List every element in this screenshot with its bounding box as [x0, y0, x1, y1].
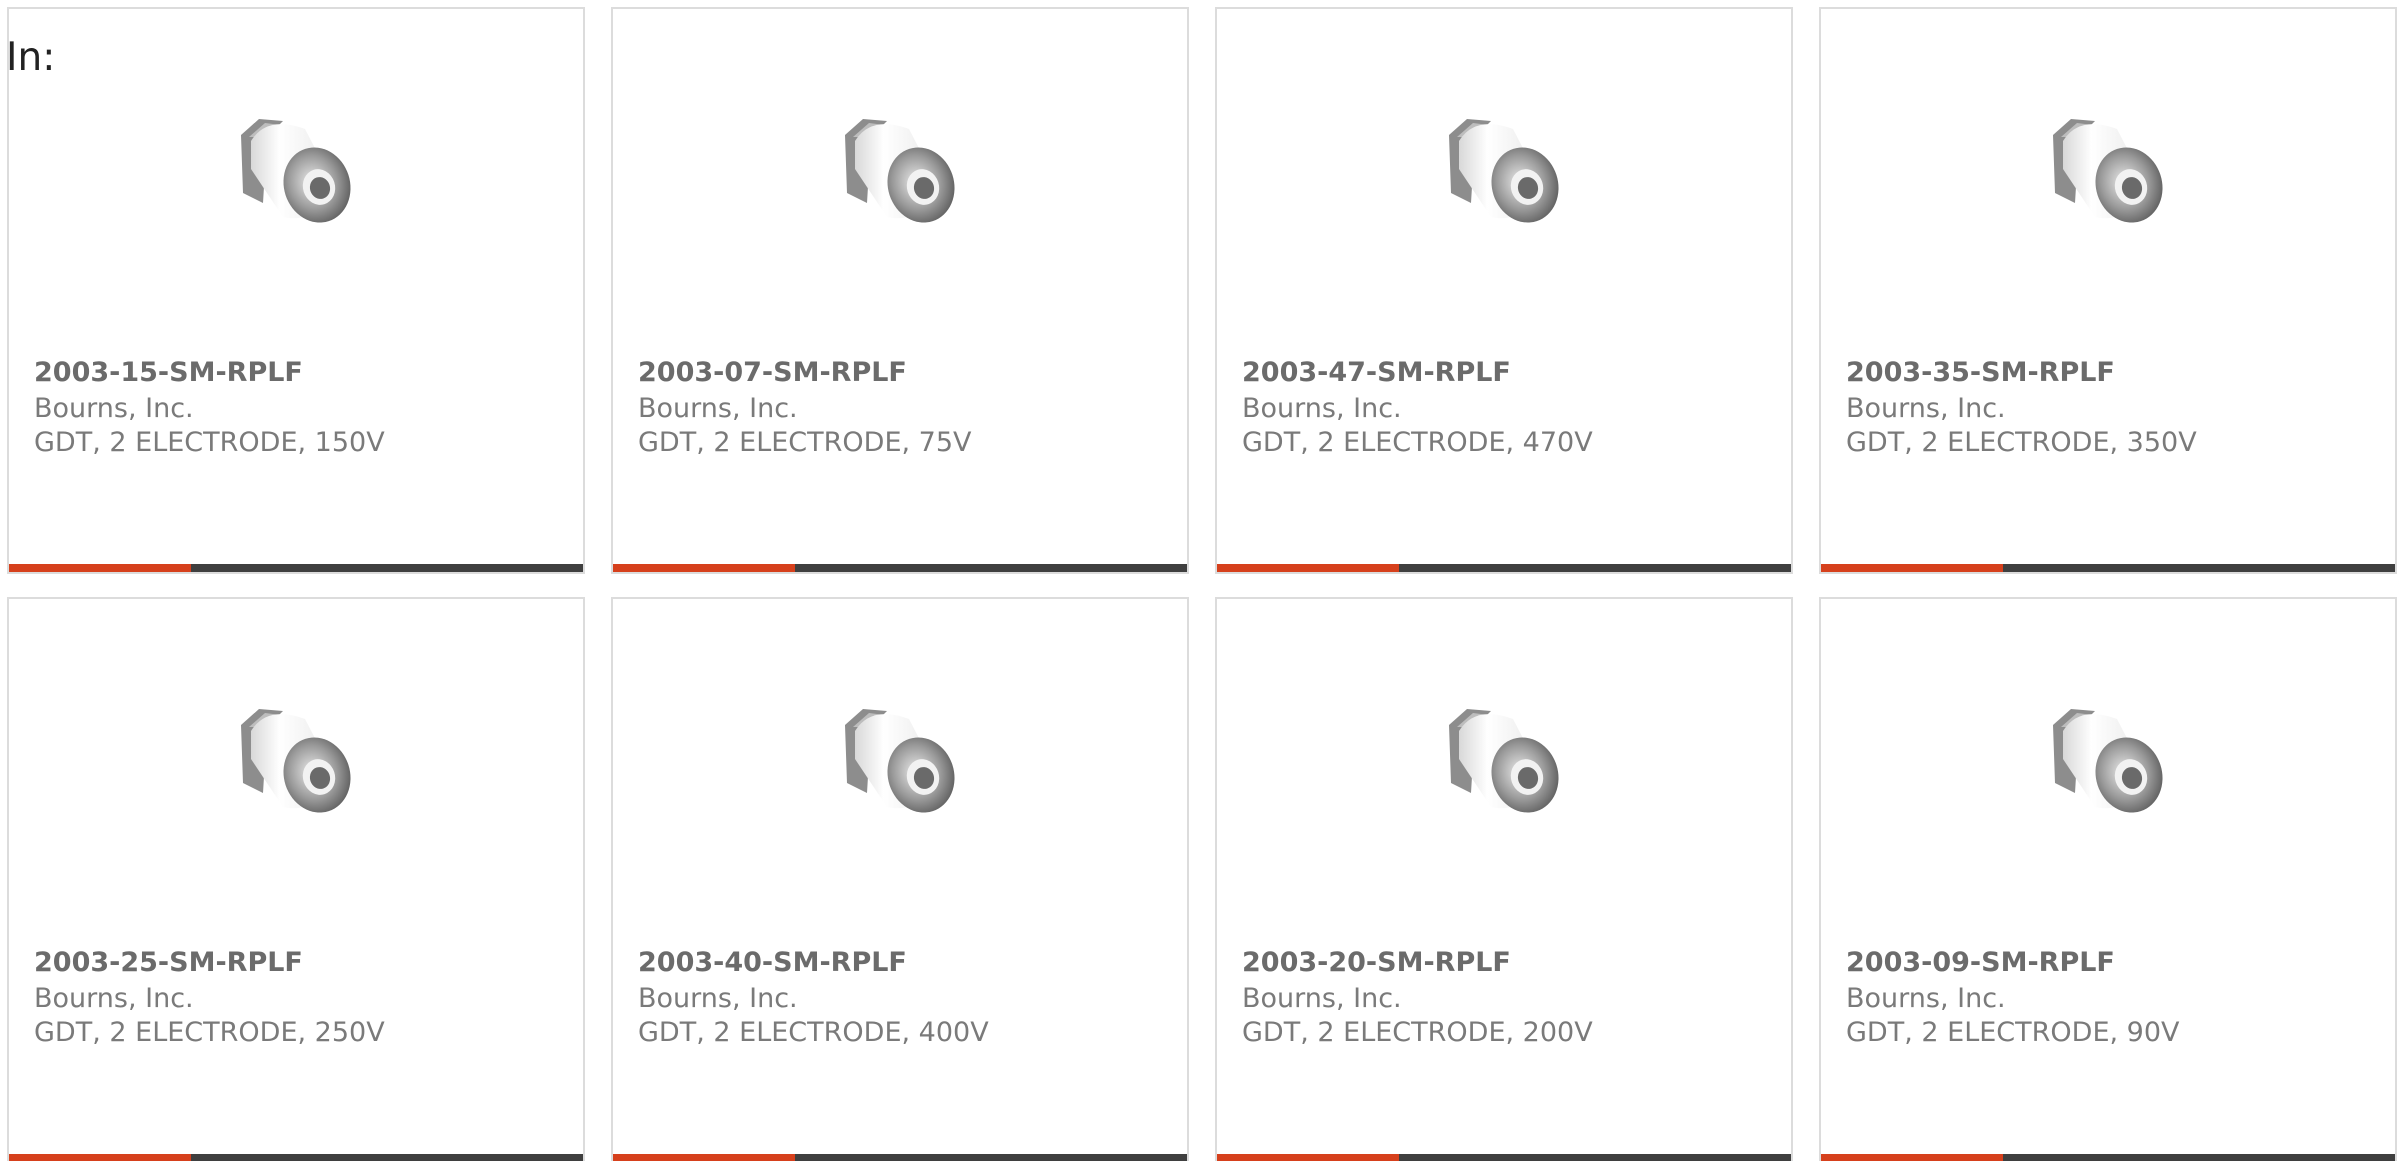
manufacturer-name: Bourns, Inc.	[1242, 393, 1402, 424]
card-accent-bar	[9, 564, 191, 572]
card-accent-bar	[1821, 1154, 2003, 1161]
gas-discharge-tube-icon	[1449, 709, 1559, 813]
card-bottom-bar	[613, 564, 1187, 572]
part-number-link[interactable]: 2003-47-SM-RPLF	[1242, 357, 1511, 388]
product-card[interactable]: 2003-09-SM-RPLF Bourns, Inc. GDT, 2 ELEC…	[1819, 597, 2397, 1161]
card-accent-bar	[1821, 564, 2003, 572]
gas-discharge-tube-icon	[845, 709, 955, 813]
part-number-link[interactable]: 2003-20-SM-RPLF	[1242, 947, 1511, 978]
card-bottom-bar	[613, 1154, 1187, 1161]
card-accent-bar	[9, 1154, 191, 1161]
product-card[interactable]: 2003-20-SM-RPLF Bourns, Inc. GDT, 2 ELEC…	[1215, 597, 1793, 1161]
card-bottom-bar	[1217, 1154, 1791, 1161]
product-description: GDT, 2 ELECTRODE, 150V	[34, 427, 385, 458]
part-number-link[interactable]: 2003-15-SM-RPLF	[34, 357, 303, 388]
product-description: GDT, 2 ELECTRODE, 75V	[638, 427, 972, 458]
gas-discharge-tube-icon	[241, 709, 351, 813]
product-image[interactable]	[9, 697, 583, 847]
gas-discharge-tube-icon	[2053, 709, 2163, 813]
product-image[interactable]	[1217, 107, 1791, 257]
product-description: GDT, 2 ELECTRODE, 470V	[1242, 427, 1593, 458]
manufacturer-name: Bourns, Inc.	[1846, 983, 2006, 1014]
product-card[interactable]: 2003-15-SM-RPLF Bourns, Inc. GDT, 2 ELEC…	[7, 7, 585, 574]
gas-discharge-tube-icon	[1449, 119, 1559, 223]
manufacturer-name: Bourns, Inc.	[34, 393, 194, 424]
card-accent-bar	[613, 564, 795, 572]
gas-discharge-tube-icon	[845, 119, 955, 223]
product-card[interactable]: 2003-47-SM-RPLF Bourns, Inc. GDT, 2 ELEC…	[1215, 7, 1793, 574]
card-accent-bar	[613, 1154, 795, 1161]
product-description: GDT, 2 ELECTRODE, 350V	[1846, 427, 2197, 458]
manufacturer-name: Bourns, Inc.	[1242, 983, 1402, 1014]
product-description: GDT, 2 ELECTRODE, 200V	[1242, 1017, 1593, 1048]
manufacturer-name: Bourns, Inc.	[1846, 393, 2006, 424]
filter-in-label: In:	[6, 35, 56, 80]
product-description: GDT, 2 ELECTRODE, 90V	[1846, 1017, 2180, 1048]
product-image[interactable]	[613, 697, 1187, 847]
product-card[interactable]: 2003-07-SM-RPLF Bourns, Inc. GDT, 2 ELEC…	[611, 7, 1189, 574]
part-number-link[interactable]: 2003-35-SM-RPLF	[1846, 357, 2115, 388]
product-card[interactable]: 2003-40-SM-RPLF Bourns, Inc. GDT, 2 ELEC…	[611, 597, 1189, 1161]
part-number-link[interactable]: 2003-07-SM-RPLF	[638, 357, 907, 388]
product-description: GDT, 2 ELECTRODE, 250V	[34, 1017, 385, 1048]
part-number-link[interactable]: 2003-40-SM-RPLF	[638, 947, 907, 978]
card-accent-bar	[1217, 564, 1399, 572]
card-bottom-bar	[1217, 564, 1791, 572]
product-image[interactable]	[613, 107, 1187, 257]
gas-discharge-tube-icon	[241, 119, 351, 223]
product-card[interactable]: 2003-25-SM-RPLF Bourns, Inc. GDT, 2 ELEC…	[7, 597, 585, 1161]
product-image[interactable]	[9, 107, 583, 257]
part-number-link[interactable]: 2003-09-SM-RPLF	[1846, 947, 2115, 978]
card-bottom-bar	[9, 564, 583, 572]
card-bottom-bar	[1821, 1154, 2395, 1161]
card-bottom-bar	[9, 1154, 583, 1161]
manufacturer-name: Bourns, Inc.	[34, 983, 194, 1014]
product-description: GDT, 2 ELECTRODE, 400V	[638, 1017, 989, 1048]
manufacturer-name: Bourns, Inc.	[638, 393, 798, 424]
product-card[interactable]: 2003-35-SM-RPLF Bourns, Inc. GDT, 2 ELEC…	[1819, 7, 2397, 574]
card-bottom-bar	[1821, 564, 2395, 572]
gas-discharge-tube-icon	[2053, 119, 2163, 223]
product-image[interactable]	[1821, 697, 2395, 847]
product-image[interactable]	[1217, 697, 1791, 847]
product-grid-page: In: 2003-15-SM-RPLF Bourns, Inc. GDT, 2 …	[0, 0, 2400, 1161]
part-number-link[interactable]: 2003-25-SM-RPLF	[34, 947, 303, 978]
card-accent-bar	[1217, 1154, 1399, 1161]
product-image[interactable]	[1821, 107, 2395, 257]
manufacturer-name: Bourns, Inc.	[638, 983, 798, 1014]
